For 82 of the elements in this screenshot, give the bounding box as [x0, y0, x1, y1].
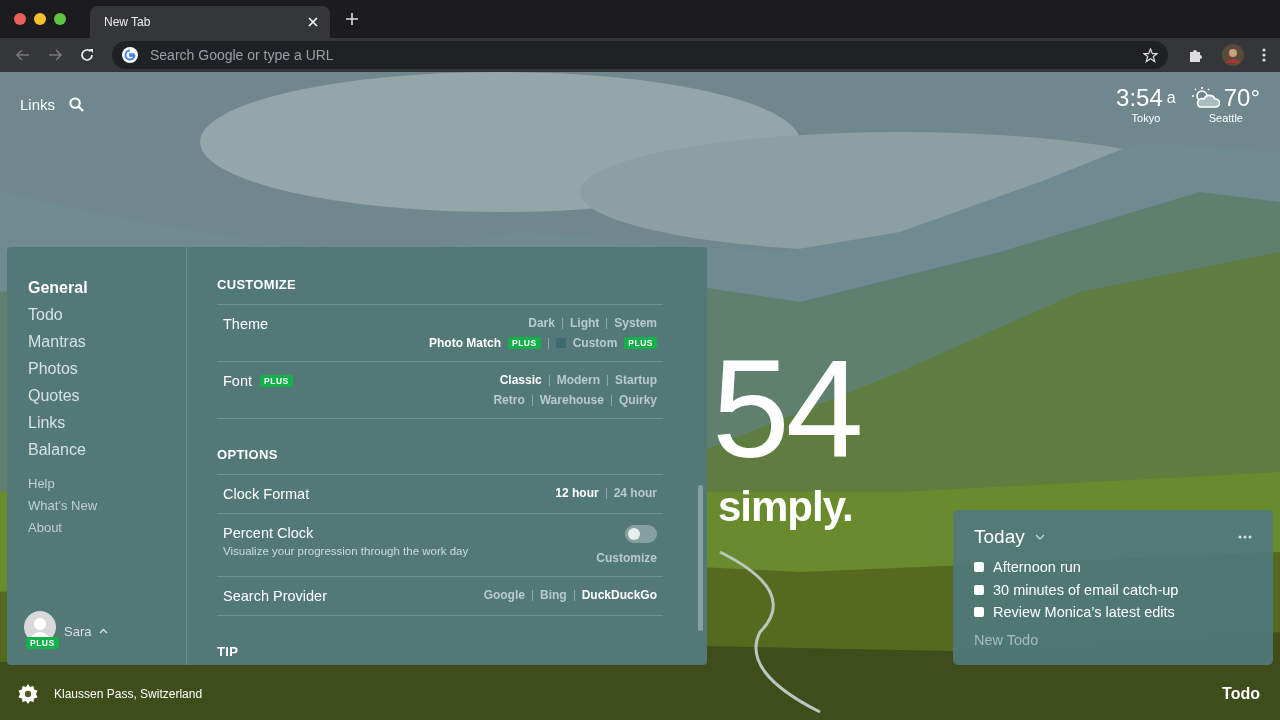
plus-badge: PLUS: [26, 637, 59, 649]
clock-time: 3:54: [1116, 84, 1163, 112]
plus-badge: PLUS: [508, 337, 541, 349]
partly-cloudy-icon: [1191, 87, 1220, 109]
nav-item[interactable]: Quotes: [28, 385, 186, 406]
more-icon[interactable]: [1238, 535, 1252, 539]
scrollbar[interactable]: [698, 485, 703, 631]
bookmark-star-icon[interactable]: [1143, 47, 1158, 63]
option-link[interactable]: System: [614, 316, 657, 330]
option-link[interactable]: Quirky: [619, 393, 657, 407]
option-link[interactable]: DuckDuckGo: [581, 588, 657, 602]
section-heading: TIP: [217, 644, 240, 661]
option-link[interactable]: 12 hour: [555, 486, 599, 500]
setting-description: Visualize your progression through the work day: [223, 545, 469, 557]
forward-icon[interactable]: [48, 49, 62, 61]
profile-avatar-icon[interactable]: [1222, 44, 1244, 66]
nav-item[interactable]: General: [28, 277, 186, 298]
new-tab-icon[interactable]: [346, 13, 358, 25]
todo-item: Afternoon run: [993, 559, 1081, 576]
todo-button[interactable]: Todo: [1222, 685, 1260, 703]
option-link[interactable]: Warehouse: [539, 393, 604, 407]
todo-list-title[interactable]: Today: [974, 526, 1025, 548]
nav-link[interactable]: About: [28, 520, 186, 536]
option-link[interactable]: Bing: [539, 588, 567, 602]
option-link[interactable]: Modern: [556, 373, 600, 387]
plus-badge: PLUS: [260, 375, 293, 387]
nav-link[interactable]: What’s New: [28, 498, 186, 514]
nav-item[interactable]: Todo: [28, 304, 186, 325]
links-button[interactable]: Links: [20, 95, 56, 113]
new-todo-field[interactable]: New Todo: [974, 631, 1174, 648]
checkbox[interactable]: [974, 607, 984, 618]
plus-badge: PLUS: [624, 337, 657, 349]
setting-label: Font: [223, 373, 252, 389]
clock-city: Tokyo: [1131, 112, 1161, 124]
toggle-switch[interactable]: [625, 525, 657, 543]
setting-label: Percent Clock: [223, 525, 314, 541]
nav-item[interactable]: Balance: [28, 439, 186, 460]
caret-up-icon[interactable]: [99, 628, 109, 634]
center-clock: 54: [712, 349, 860, 469]
setting-label: Theme: [223, 316, 269, 332]
option-link[interactable]: Startup: [615, 373, 657, 387]
option-link[interactable]: Classic: [499, 373, 542, 387]
chevron-down-icon[interactable]: [1034, 534, 1045, 540]
nav-link[interactable]: Help: [28, 476, 186, 492]
minimize-window-button[interactable]: [34, 13, 46, 25]
customize-link[interactable]: Customize: [596, 551, 657, 565]
nav-item[interactable]: Mantras: [28, 331, 186, 352]
section-heading: OPTIONS: [217, 447, 279, 464]
setting-label: Clock Format: [223, 486, 310, 502]
setting-label: Search Provider: [223, 588, 327, 604]
weather-city: Seattle: [1208, 112, 1243, 124]
zoom-window-button[interactable]: [54, 13, 66, 25]
search-icon[interactable]: [69, 96, 85, 112]
close-window-button[interactable]: [14, 13, 26, 25]
close-icon[interactable]: [308, 17, 318, 27]
back-icon[interactable]: [16, 49, 30, 61]
menu-icon[interactable]: [1262, 48, 1266, 62]
nav-item[interactable]: Links: [28, 412, 186, 433]
option-link[interactable]: Retro: [493, 393, 525, 407]
option-link[interactable]: Google: [483, 588, 525, 602]
photo-location[interactable]: Klaussen Pass, Switzerland: [54, 687, 203, 701]
section-heading: CUSTOMIZE: [217, 277, 298, 294]
reload-icon[interactable]: [80, 48, 94, 62]
address-bar[interactable]: Search Google or type a URL: [112, 41, 1168, 69]
mantra: simply.: [718, 483, 853, 531]
todo-item: Review Monica’s latest edits: [993, 604, 1175, 621]
option-link[interactable]: Custom: [572, 336, 618, 350]
nav-item[interactable]: Photos: [28, 358, 186, 379]
am-pm-label: a: [1166, 88, 1176, 108]
checkbox[interactable]: [974, 584, 984, 595]
user-name[interactable]: Sara: [64, 623, 92, 639]
todo-item: 30 minutes of email catch-up: [993, 581, 1179, 598]
browser-tab[interactable]: New Tab: [90, 6, 330, 38]
temperature: 70°: [1223, 84, 1260, 112]
option-link[interactable]: Dark: [528, 316, 555, 330]
settings-icon[interactable]: [18, 684, 38, 704]
option-link[interactable]: Photo Match: [429, 336, 501, 350]
checkbox[interactable]: [974, 562, 984, 573]
extensions-icon[interactable]: [1188, 47, 1204, 63]
option-link[interactable]: Light: [569, 316, 600, 330]
google-icon: [122, 47, 138, 63]
option-link[interactable]: 24 hour: [613, 486, 657, 500]
